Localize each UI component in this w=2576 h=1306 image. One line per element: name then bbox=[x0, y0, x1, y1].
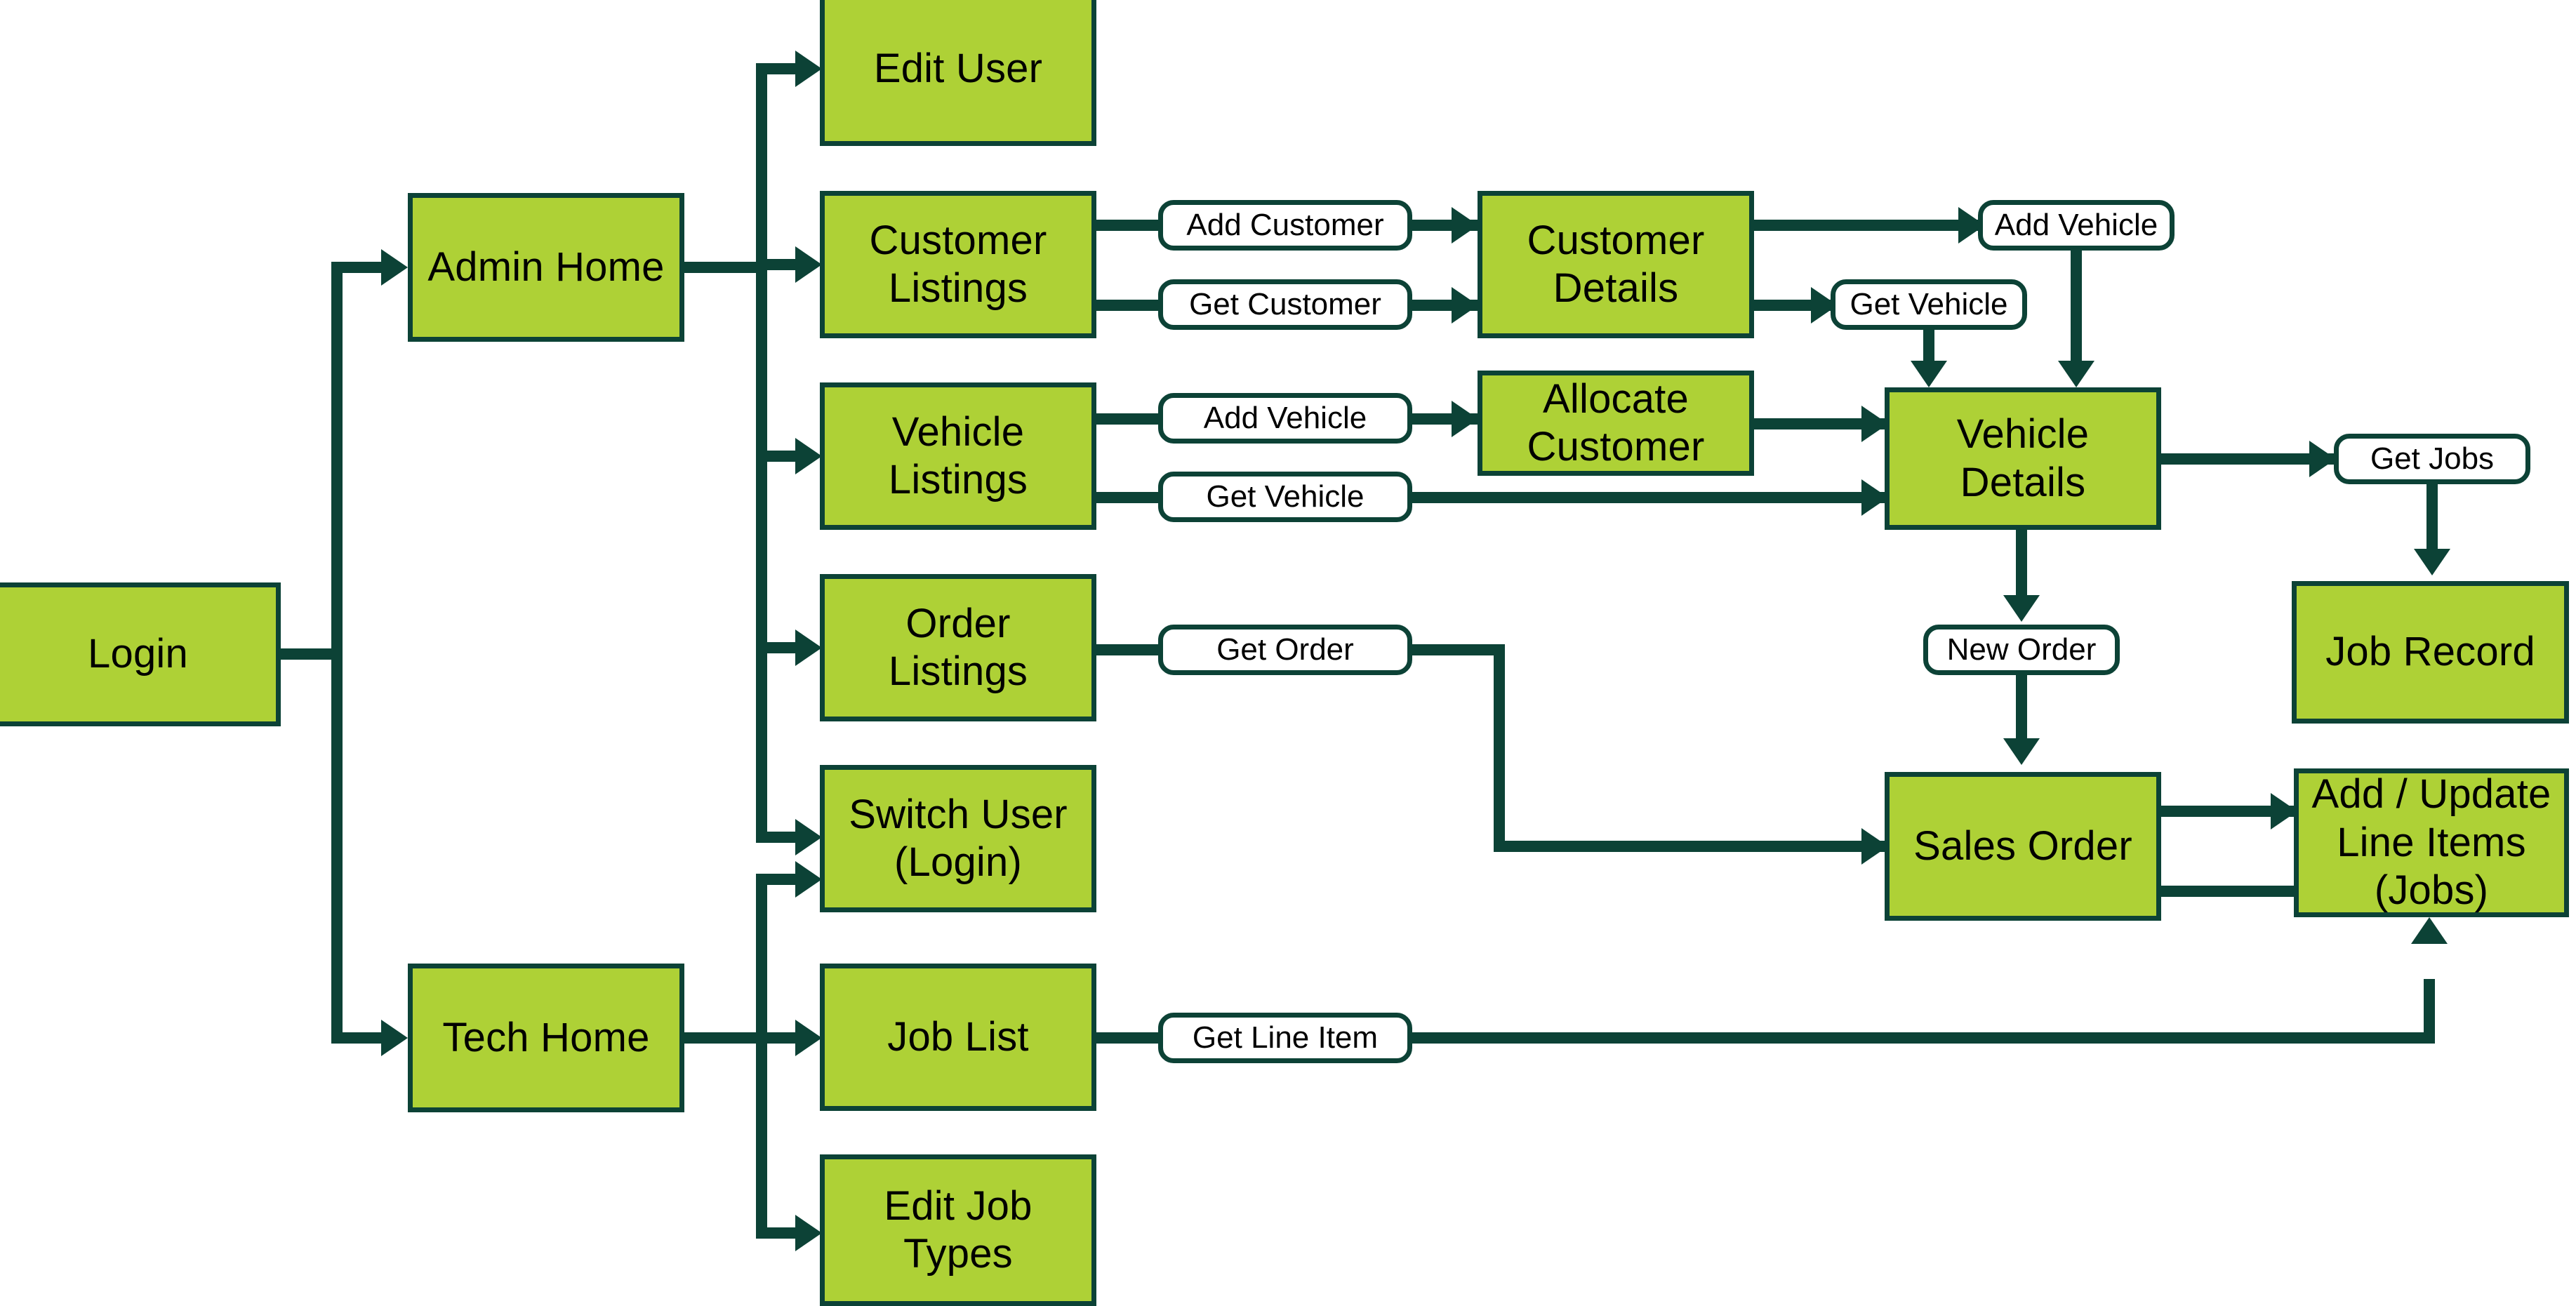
connector-getorder-right bbox=[1402, 644, 1505, 655]
connector-tech-to-jobtypes bbox=[756, 1227, 798, 1239]
connector-addvehicle2-down bbox=[2071, 249, 2082, 365]
connector-left-trunk bbox=[331, 262, 343, 1039]
flowchart-canvas: Login Admin Home Tech Home Edit User Cus… bbox=[0, 0, 2576, 1306]
node-login-label: Login bbox=[88, 631, 188, 677]
connector-admin-to-vehlist bbox=[756, 451, 798, 462]
edge-label-add-customer[interactable]: Add Customer bbox=[1158, 200, 1412, 251]
connector-vehdetails-neworder bbox=[2016, 530, 2027, 597]
arrow-down-to-sales-order bbox=[2003, 738, 2040, 765]
arrow-to-customer-details-add bbox=[1452, 207, 1478, 244]
edge-label-get-vehicle-from-listings[interactable]: Get Vehicle bbox=[1158, 472, 1412, 522]
node-vehicle-details-label: Vehicle Details bbox=[1956, 411, 2090, 505]
node-customer-listings[interactable]: Customer Listings bbox=[820, 191, 1096, 338]
arrow-to-allocate-customer bbox=[1452, 401, 1478, 437]
arrow-to-get-jobs bbox=[2309, 441, 2336, 477]
connector-tech-out bbox=[684, 1032, 767, 1044]
node-admin-home[interactable]: Admin Home bbox=[408, 193, 684, 342]
edge-label-get-line-item[interactable]: Get Line Item bbox=[1158, 1013, 1412, 1063]
node-job-record[interactable]: Job Record bbox=[2292, 581, 2569, 724]
node-vehicle-listings-label: Vehicle Listings bbox=[888, 408, 1028, 502]
edge-label-get-order-text: Get Order bbox=[1216, 632, 1354, 667]
node-line-items-label: Add / Update Line Items (Jobs) bbox=[2311, 771, 2551, 914]
node-job-record-label: Job Record bbox=[2325, 629, 2535, 675]
edge-label-get-customer[interactable]: Get Customer bbox=[1158, 279, 1412, 330]
node-switch-user[interactable]: Switch User (Login) bbox=[820, 765, 1096, 912]
arrow-to-admin-home bbox=[381, 249, 408, 286]
node-order-listings-label: Order Listings bbox=[888, 600, 1028, 694]
edge-label-add-vehicle-from-listings[interactable]: Add Vehicle bbox=[1158, 393, 1412, 444]
arrow-to-customer-details-get bbox=[1452, 287, 1478, 324]
node-switch-user-label: Switch User (Login) bbox=[849, 791, 1068, 885]
edge-label-get-line-item-text: Get Line Item bbox=[1192, 1020, 1379, 1055]
edge-label-add-vehicle-1-text: Add Vehicle bbox=[1203, 400, 1367, 435]
node-customer-details[interactable]: Customer Details bbox=[1478, 191, 1754, 338]
node-job-list[interactable]: Job List bbox=[820, 964, 1096, 1111]
connector-trunk-to-admin bbox=[331, 262, 384, 273]
connector-getvehicle2-down bbox=[1923, 328, 1934, 365]
node-edit-job-types-label: Edit Job Types bbox=[884, 1182, 1033, 1277]
connector-admin-to-edituser bbox=[756, 63, 798, 74]
node-tech-home-label: Tech Home bbox=[442, 1014, 650, 1060]
arrow-to-switch-user-tech bbox=[795, 861, 822, 898]
node-edit-user[interactable]: Edit User bbox=[820, 0, 1096, 146]
edge-label-new-order-text: New Order bbox=[1946, 632, 2097, 667]
connector-getvehicle-vehdetails bbox=[1402, 492, 1904, 503]
connector-getlineitem-up bbox=[2424, 979, 2435, 1038]
arrow-to-edit-user bbox=[795, 51, 822, 87]
node-customer-listings-label: Customer Listings bbox=[869, 217, 1047, 311]
edge-label-get-vehicle-from-details[interactable]: Get Vehicle bbox=[1831, 279, 2027, 330]
connector-admin-to-orderlist bbox=[756, 642, 798, 653]
edge-label-get-vehicle-1-text: Get Vehicle bbox=[1206, 479, 1365, 514]
arrow-to-edit-job-types bbox=[795, 1215, 822, 1251]
node-line-items[interactable]: Add / Update Line Items (Jobs) bbox=[2294, 768, 2569, 917]
node-job-list-label: Job List bbox=[887, 1013, 1029, 1060]
node-edit-job-types[interactable]: Edit Job Types bbox=[820, 1154, 1096, 1306]
arrow-down-to-job-record bbox=[2414, 549, 2450, 575]
node-order-listings[interactable]: Order Listings bbox=[820, 574, 1096, 721]
arrow-to-tech-home bbox=[381, 1020, 408, 1056]
node-login[interactable]: Login bbox=[0, 582, 281, 726]
connector-tech-to-switchuser bbox=[756, 874, 798, 885]
connector-admin-to-switchuser bbox=[756, 832, 798, 843]
arrow-down-to-vehicle-details-get bbox=[1911, 361, 1947, 387]
arrow-up-to-line-items bbox=[2411, 917, 2448, 944]
edge-label-get-jobs[interactable]: Get Jobs bbox=[2334, 434, 2530, 484]
arrow-to-order-listings bbox=[795, 629, 822, 666]
connector-getorder-to-salesorder bbox=[1494, 841, 1908, 852]
arrow-to-job-list bbox=[795, 1020, 822, 1056]
edge-label-add-vehicle-2-text: Add Vehicle bbox=[1994, 207, 2158, 242]
edge-label-add-customer-text: Add Customer bbox=[1186, 207, 1384, 242]
node-edit-user-label: Edit User bbox=[873, 45, 1043, 91]
arrow-to-vehicle-listings bbox=[795, 438, 822, 474]
connector-neworder-salesorder bbox=[2016, 674, 2027, 740]
connector-tech-trunk bbox=[756, 874, 767, 1239]
connector-getlineitem-right bbox=[1402, 1032, 2435, 1044]
arrow-to-switch-user-admin bbox=[795, 819, 822, 855]
node-allocate-customer-label: Allocate Customer bbox=[1527, 375, 1705, 469]
connector-getjobs-down bbox=[2426, 483, 2438, 549]
edge-label-new-order[interactable]: New Order bbox=[1923, 625, 2120, 675]
edge-label-get-vehicle-2-text: Get Vehicle bbox=[1850, 286, 2008, 321]
connector-admin-to-custlist bbox=[756, 259, 798, 270]
arrow-down-to-new-order bbox=[2003, 595, 2040, 622]
connector-trunk-to-tech bbox=[331, 1032, 384, 1044]
arrow-down-to-vehicle-details-add bbox=[2058, 361, 2094, 387]
node-vehicle-listings[interactable]: Vehicle Listings bbox=[820, 382, 1096, 530]
node-tech-home[interactable]: Tech Home bbox=[408, 964, 684, 1112]
connector-getorder-down bbox=[1494, 644, 1505, 848]
node-vehicle-details[interactable]: Vehicle Details bbox=[1885, 387, 2161, 530]
connector-admin-out bbox=[684, 262, 767, 273]
arrow-to-customer-listings bbox=[795, 246, 822, 283]
connector-tech-to-joblist bbox=[756, 1032, 798, 1044]
node-admin-home-label: Admin Home bbox=[427, 244, 665, 290]
node-sales-order[interactable]: Sales Order bbox=[1885, 772, 2161, 921]
edge-label-get-customer-text: Get Customer bbox=[1189, 286, 1381, 321]
edge-label-get-jobs-text: Get Jobs bbox=[2370, 441, 2495, 476]
node-allocate-customer[interactable]: Allocate Customer bbox=[1478, 371, 1754, 476]
node-customer-details-label: Customer Details bbox=[1527, 217, 1705, 311]
edge-label-add-vehicle-from-details[interactable]: Add Vehicle bbox=[1978, 200, 2175, 251]
node-sales-order-label: Sales Order bbox=[1913, 822, 2132, 869]
edge-label-get-order[interactable]: Get Order bbox=[1158, 625, 1412, 675]
connector-custdetails-addvehicle2 bbox=[1751, 220, 1990, 231]
